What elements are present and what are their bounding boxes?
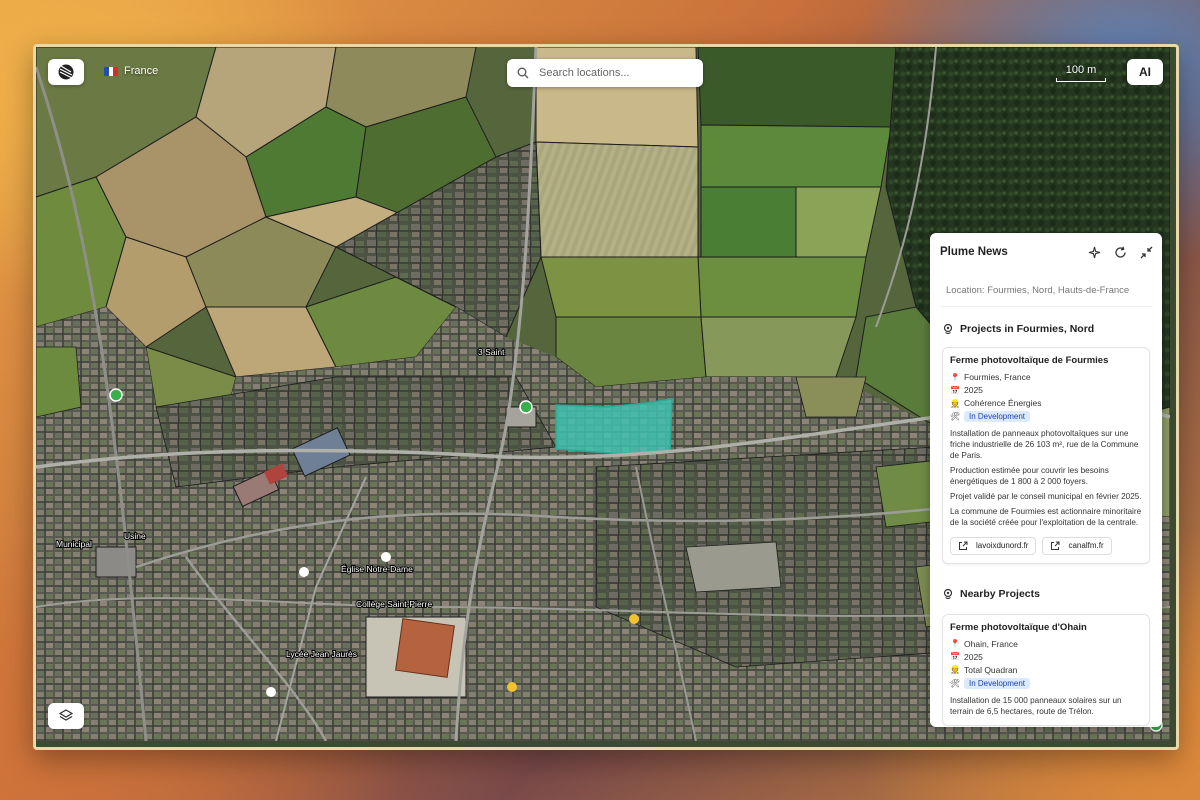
refresh-icon[interactable] [1112,244,1128,260]
nearby-section-title: Nearby Projects [930,588,1162,600]
calendar-icon: 📅 [950,385,960,395]
location-text: Location: Fourmies, Nord, Hauts-de-Franc… [940,279,1152,307]
nearby-project-card[interactable]: Ferme photovoltaïque d'Ohain 📍 Ohain, Fra… [942,613,1150,726]
collapse-icon[interactable] [1138,244,1154,260]
project-place: Fourmies, France [964,372,1031,382]
calendar-icon: 📅 [950,652,960,661]
map-label: Usine [124,531,146,541]
project-company: Cohérence Énergies [964,398,1042,408]
map-marker [109,388,123,402]
project-card[interactable]: Ferme photovoltaïque de Fourmies 📍 Fourmi… [942,347,1150,564]
globe-icon [58,64,74,80]
map-label: Collège Saint-Pierre [356,599,432,609]
map-label: 3 Saint [478,347,505,357]
project-year: 2025 [964,385,983,395]
tools-icon: 🛠 [950,678,961,688]
scale-bar [1056,78,1106,82]
layers-button[interactable] [48,703,84,729]
worker-icon: 👷 [950,665,960,674]
project-company: Total Quadran [964,664,1018,675]
layers-icon [59,709,73,721]
project-description: Production estimée pour couvrir les beso… [950,466,1109,487]
pin-icon: 📍 [950,372,960,382]
status-badge: In Development [964,411,1031,422]
project-year: 2025 [964,651,983,662]
search-input[interactable] [537,66,691,80]
news-panel: Plume News Location: Fourmies, Nord, Hau… [930,233,1162,727]
project-area-highlight [555,398,673,456]
map-label: Municipal [56,539,92,549]
worker-icon: 👷 [950,398,960,408]
app-window: Usine 3 Saint Église Notre-Dame Collège … [33,44,1179,750]
tools-icon: 🛠 [950,412,961,421]
project-name: Ferme photovoltaïque d'Ohain [950,621,1087,633]
project-description: Projet validé par le conseil municipal e… [950,492,1142,502]
projects-section-title: Projects in Fourmies, Nord [930,323,1162,335]
france-flag-icon [104,66,118,76]
external-link-icon [959,541,968,550]
search-box[interactable] [507,59,703,87]
pin-icon: 📍 [950,639,960,648]
project-description: La commune de Fourmies est actionnaire m… [950,507,1142,528]
location-pin-icon [943,323,953,335]
scale-label: 100 m [1065,64,1097,76]
project-place: Ohain, France [964,638,1018,649]
source-link[interactable]: canalfm.fr [1042,536,1112,555]
source-links: lavoixdunord.fr canalfm.fr [950,536,1142,555]
country-label: France [124,65,159,77]
panel-header: Plume News [930,233,1162,271]
ai-button[interactable]: AI [1127,59,1163,85]
source-link[interactable]: lavoixdunord.fr [950,536,1037,555]
sparkle-icon[interactable] [1086,244,1102,260]
external-link-icon [1051,541,1060,550]
logo-button[interactable] [48,59,84,85]
project-description: Installation de 15 000 panneaux solaires… [950,695,1122,716]
map-scale: 100 m [1056,64,1106,82]
map-marker [519,400,533,414]
project-name: Ferme photovoltaïque de Fourmies [950,355,1109,366]
map-label: Lycée Jean Jaurès [286,649,357,659]
search-icon [517,67,529,79]
map-label: Église Notre-Dame [341,564,413,574]
country-selector[interactable]: France [104,65,158,77]
panel-title: Plume News [940,246,1008,258]
location-pin-icon [943,588,953,599]
project-description: Installation de panneaux photovoltaïques… [950,429,1139,461]
status-badge: In Development [964,677,1031,689]
